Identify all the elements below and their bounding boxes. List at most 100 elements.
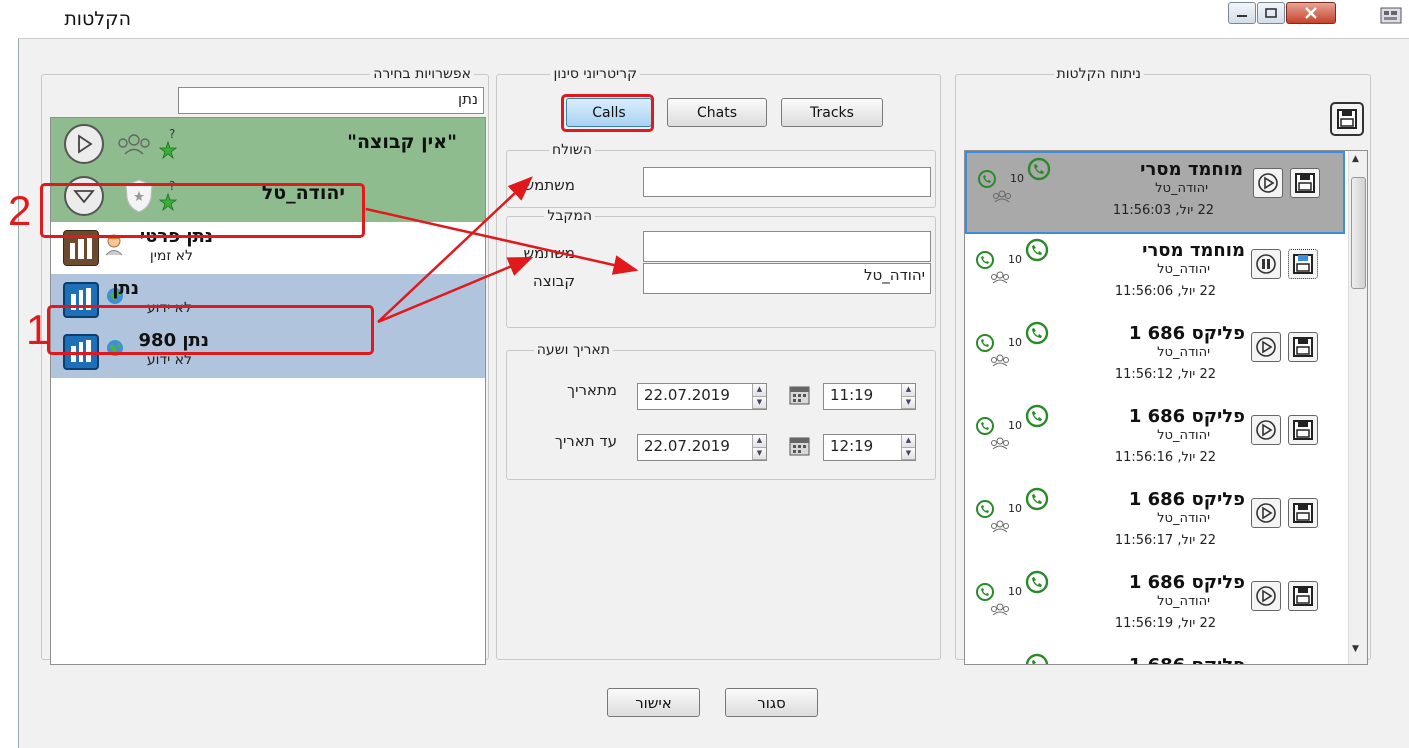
- phone-call-icon: [1025, 653, 1049, 664]
- save-recording-button[interactable]: [1290, 168, 1320, 198]
- from-date-spinner[interactable]: ▲ ▼: [752, 384, 766, 409]
- list-item-no-group[interactable]: ? "אין קבוצה": [51, 118, 485, 170]
- recording-title: פליקס 686 1: [1129, 655, 1245, 664]
- phone-call-icon: [976, 583, 994, 601]
- maximize-button[interactable]: [1257, 2, 1285, 24]
- receiver-group-field[interactable]: יהודה_טל: [643, 263, 931, 294]
- selection-options-title: אפשרויות בחירה: [370, 66, 474, 82]
- save-all-button[interactable]: [1330, 102, 1364, 136]
- receiver-user-field[interactable]: [643, 231, 931, 262]
- play-button[interactable]: [1251, 249, 1281, 279]
- recording-analysis-title: ניתוח הקלטות: [1053, 66, 1144, 82]
- recording-count: 10: [1010, 172, 1024, 185]
- phone-call-icon: [976, 334, 994, 352]
- recording-count: 10: [1008, 253, 1022, 266]
- to-time-spinner[interactable]: ▲ ▼: [901, 435, 915, 460]
- list-item-natan-private[interactable]: נתן פרטי לא זמין: [51, 222, 485, 274]
- recording-time: 22 יול, 11:56:19: [1114, 616, 1216, 631]
- recording-count: 10: [1008, 419, 1022, 432]
- recording-item[interactable]: 10 פליקס 686 1 יהודה_טל 22 יול, 11:56:12: [965, 317, 1345, 400]
- row-status: לא ידוע: [146, 352, 192, 368]
- search-input[interactable]: נתן: [178, 87, 484, 114]
- recording-analysis-group: ניתוח הקלטות 10 מוחמד מסרי יהודה_טל 22 יול,…: [955, 66, 1371, 665]
- expand-button[interactable]: [64, 124, 104, 164]
- from-time-spinner[interactable]: ▲ ▼: [901, 384, 915, 409]
- recording-item[interactable]: 10 מוחמד מסרי יהודה_טל 22 יול, 11:56:06: [965, 234, 1345, 317]
- from-time-field[interactable]: 11:19 ▲ ▼: [823, 383, 916, 410]
- scroll-up-icon[interactable]: ▲: [1352, 154, 1359, 164]
- tab-tracks[interactable]: Tracks: [781, 98, 883, 127]
- recording-item[interactable]: 10 פליקס 686 1 יהודה_טל 22 יול, 11:56:16: [965, 400, 1345, 483]
- to-date-field[interactable]: 22.07.2019 ▲ ▼: [637, 434, 767, 461]
- recording-item[interactable]: 10 פליקס 686 1 יהודה_טל 22 יול, 11:56:19: [965, 566, 1345, 649]
- from-date-value: 22.07.2019: [644, 386, 730, 404]
- tab-chats[interactable]: Chats: [667, 98, 767, 127]
- phone-call-icon: [1025, 570, 1049, 594]
- recording-count: 10: [1008, 585, 1022, 598]
- play-button[interactable]: [1251, 332, 1281, 362]
- close-button[interactable]: [1286, 2, 1336, 24]
- list-item-natan[interactable]: נתן לא ידוע: [51, 274, 485, 326]
- row-name: נתן פרטי: [139, 226, 213, 247]
- to-date-spinner[interactable]: ▲ ▼: [752, 435, 766, 460]
- to-time-field[interactable]: 12:19 ▲ ▼: [823, 434, 916, 461]
- save-recording-button[interactable]: [1288, 581, 1318, 611]
- app-icon: [1380, 7, 1402, 24]
- recording-time: 22 יול, 11:56:17: [1114, 533, 1216, 548]
- sender-user-field[interactable]: [643, 167, 931, 197]
- scrollbar[interactable]: ▲ ▼: [1348, 151, 1367, 664]
- device-icon: [63, 334, 99, 370]
- recording-title: מוחמד מסרי: [1142, 240, 1245, 261]
- save-icon: [1337, 109, 1357, 129]
- minimize-button[interactable]: [1228, 2, 1256, 24]
- ok-button[interactable]: אישור: [607, 688, 700, 717]
- recording-time: 22 יול, 11:56:12: [1114, 367, 1216, 382]
- phone-call-icon: [1025, 487, 1049, 511]
- group-icon: [991, 271, 1009, 284]
- from-date-field[interactable]: 22.07.2019 ▲ ▼: [637, 383, 767, 410]
- play-icon: [1258, 173, 1278, 193]
- scroll-thumb[interactable]: [1351, 177, 1366, 289]
- save-icon: [1293, 254, 1313, 274]
- device-icon: [63, 230, 99, 266]
- selection-list[interactable]: ? "אין קבוצה" ? יהודה_טל נתן פרטי לא זמי…: [50, 117, 486, 665]
- save-recording-button[interactable]: [1288, 664, 1318, 665]
- globe-icon: [107, 340, 123, 356]
- list-item-natan-980[interactable]: נתן 980 לא ידוע: [51, 326, 485, 378]
- phone-call-icon: [1025, 404, 1049, 428]
- calendar-icon[interactable]: [789, 436, 811, 456]
- recording-title: פליקס 686 1: [1128, 323, 1245, 344]
- save-recording-button[interactable]: [1288, 498, 1318, 528]
- close-dialog-button[interactable]: סגור: [725, 688, 818, 717]
- phone-call-icon: [976, 251, 994, 269]
- tab-calls[interactable]: Calls: [566, 98, 652, 127]
- row-name: "אין קבוצה": [347, 131, 457, 153]
- recording-item[interactable]: 10 מוחמד מסרי יהודה_טל 22 יול, 11:56:03: [965, 151, 1345, 234]
- close-icon: [1305, 7, 1317, 19]
- play-button[interactable]: [1253, 168, 1283, 198]
- play-button[interactable]: [1251, 415, 1281, 445]
- recording-item[interactable]: פליקס 686 1: [965, 649, 1345, 665]
- unknown-status-icon: ?: [158, 180, 178, 212]
- scroll-down-icon[interactable]: ▼: [1352, 644, 1359, 654]
- play-button[interactable]: [1251, 498, 1281, 528]
- save-recording-button[interactable]: [1288, 249, 1318, 279]
- play-button[interactable]: [1251, 581, 1281, 611]
- filter-criteria-group: קריטריוני סינון Calls Chats Tracks השולח…: [496, 66, 941, 660]
- list-item-yehuda-tal[interactable]: ? יהודה_טל: [51, 170, 485, 222]
- group-icon: [991, 437, 1009, 450]
- from-time-value: 11:19: [830, 386, 874, 404]
- group-icon: [991, 603, 1009, 616]
- collapse-button[interactable]: [64, 176, 104, 216]
- recording-user: יהודה_טל: [1157, 345, 1210, 360]
- calendar-icon[interactable]: [789, 385, 811, 405]
- save-recording-button[interactable]: [1288, 415, 1318, 445]
- group-icon: [993, 190, 1011, 203]
- annotation-marker-2: 2: [8, 187, 32, 234]
- offline-user-icon: [105, 234, 123, 256]
- play-button[interactable]: [1251, 664, 1281, 665]
- save-recording-button[interactable]: [1288, 332, 1318, 362]
- recordings-list[interactable]: 10 מוחמד מסרי יהודה_טל 22 יול, 11:56:03 10 מו…: [964, 150, 1368, 665]
- recording-item[interactable]: 10 פליקס 686 1 יהודה_טל 22 יול, 11:56:17: [965, 483, 1345, 566]
- phone-call-icon: [1025, 321, 1049, 345]
